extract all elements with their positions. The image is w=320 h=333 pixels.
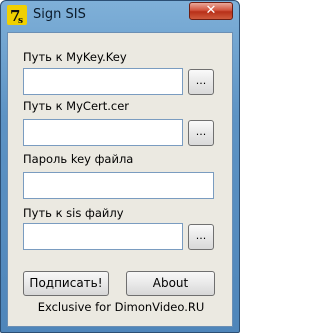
app-logo-icon: 7 s [7, 5, 27, 25]
footer-credit: Exclusive for DimonVideo.RU [37, 300, 205, 314]
mycert-path-input[interactable] [23, 119, 183, 146]
sign-button[interactable]: Подписать! [23, 271, 109, 296]
mykey-path-input[interactable] [23, 68, 183, 95]
sis-browse-button[interactable]: ... [188, 224, 214, 250]
mykey-browse-button[interactable]: ... [188, 69, 214, 95]
window-title: Sign SIS [33, 7, 86, 22]
svg-text:s: s [18, 16, 23, 25]
dialog-body: Путь к MyKey.Key ... Путь к MyCert.cer .… [7, 32, 233, 327]
sis-path-input[interactable] [23, 223, 183, 250]
sis-file-label: Путь к sis файлу [23, 206, 124, 220]
mycert-browse-button[interactable]: ... [188, 120, 214, 146]
about-button[interactable]: About [126, 271, 215, 296]
key-password-label: Пароль key файла [23, 152, 134, 166]
mycert-label: Путь к MyCert.cer [23, 99, 130, 113]
close-icon: ✕ [205, 3, 217, 18]
main-window: 7 s Sign SIS ✕ Путь к MyKey.Key ... Путь… [0, 0, 240, 333]
mykey-label: Путь к MyKey.Key [23, 50, 127, 64]
key-password-input[interactable] [23, 172, 214, 199]
close-button[interactable]: ✕ [189, 2, 233, 20]
title-bar[interactable]: 7 s Sign SIS ✕ [1, 1, 239, 29]
